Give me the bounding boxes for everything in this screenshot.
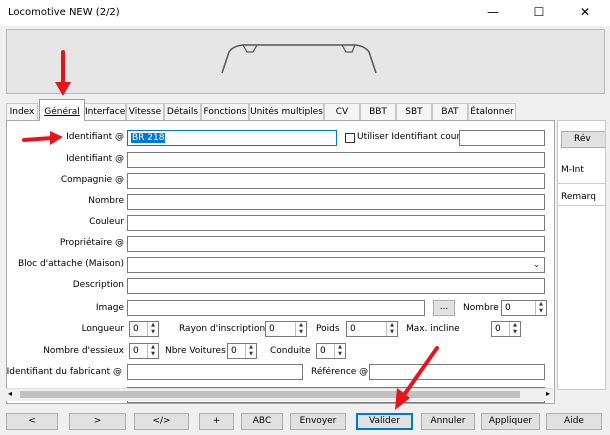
arrow-to-valider-button (395, 346, 439, 410)
annotation-arrows (22, 50, 439, 410)
arrow-down-to-general-tab (55, 50, 71, 96)
tab-general[interactable]: Général (39, 99, 85, 121)
arrow-right-to-identifiant (22, 131, 63, 145)
tab-general-label: Général (44, 107, 80, 117)
